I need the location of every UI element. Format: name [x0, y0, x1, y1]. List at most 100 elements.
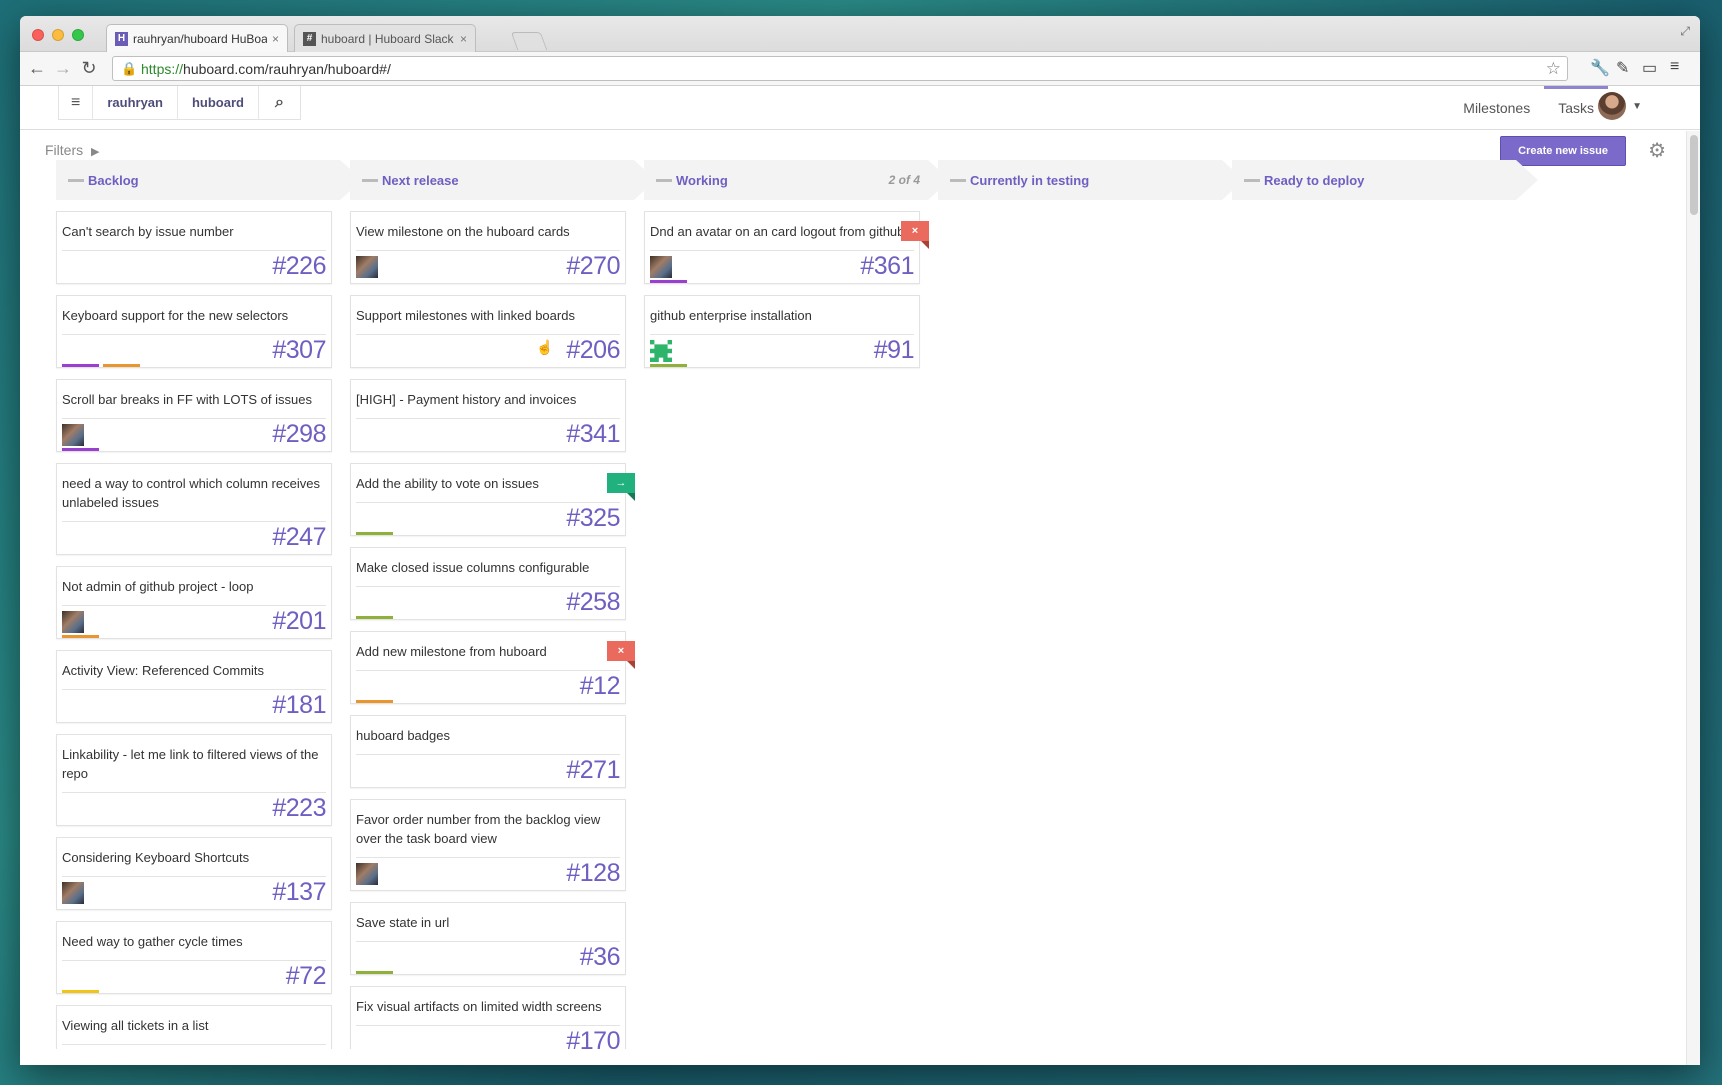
- minimize-window-button[interactable]: [52, 29, 64, 41]
- filters-toggle[interactable]: Filters ▶: [45, 142, 99, 158]
- issue-number[interactable]: #226: [272, 252, 326, 281]
- issue-card[interactable]: Not admin of github project - loop #201: [56, 566, 332, 639]
- issue-title[interactable]: Viewing all tickets in a list: [62, 1016, 326, 1035]
- issue-title[interactable]: Can't search by issue number: [62, 222, 326, 241]
- issue-card[interactable]: View milestone on the huboard cards #270: [350, 211, 626, 284]
- issue-number[interactable]: #361: [860, 252, 914, 281]
- issue-title[interactable]: Support milestones with linked boards: [356, 306, 620, 325]
- collapse-dash-icon[interactable]: [1244, 179, 1260, 182]
- issue-title[interactable]: Linkability - let me link to filtered vi…: [62, 745, 326, 783]
- back-icon[interactable]: ←: [26, 58, 48, 79]
- gear-icon[interactable]: ⚙: [1648, 138, 1666, 163]
- collapse-dash-icon[interactable]: [362, 179, 378, 182]
- browser-tab-slack[interactable]: # huboard | Huboard Slack ×: [294, 24, 476, 52]
- issue-number[interactable]: #137: [272, 878, 326, 907]
- issue-number[interactable]: #325: [566, 504, 620, 533]
- issue-number[interactable]: #307: [272, 336, 326, 365]
- issue-title[interactable]: View milestone on the huboard cards: [356, 222, 620, 241]
- issue-card[interactable]: Favor order number from the backlog view…: [350, 799, 626, 891]
- issue-number[interactable]: #146: [272, 1046, 326, 1049]
- assignee-avatar[interactable]: [356, 863, 378, 885]
- issue-title[interactable]: Need way to gather cycle times: [62, 932, 326, 951]
- issue-title[interactable]: Favor order number from the backlog view…: [356, 810, 620, 848]
- blocked-flag-icon[interactable]: ×: [607, 641, 635, 669]
- assignee-avatar[interactable]: [62, 611, 84, 633]
- bookmark-star-icon[interactable]: ☆: [1546, 59, 1561, 79]
- issue-card[interactable]: Save state in url #36: [350, 902, 626, 975]
- assignee-avatar[interactable]: [62, 882, 84, 904]
- cast-icon[interactable]: ▭: [1642, 58, 1657, 78]
- hamburger-menu-icon[interactable]: ≡: [59, 86, 94, 119]
- column-header[interactable]: Ready to deploy: [1232, 160, 1538, 200]
- issue-number[interactable]: #247: [272, 523, 326, 552]
- issue-number[interactable]: #36: [580, 943, 621, 972]
- issue-title[interactable]: Make closed issue columns configurable: [356, 558, 620, 577]
- fullscreen-icon[interactable]: ⤢: [1680, 24, 1690, 39]
- column-header[interactable]: Currently in testing: [938, 160, 1244, 200]
- column-header[interactable]: Working 2 of 4: [644, 160, 950, 200]
- new-tab-button[interactable]: [510, 32, 548, 50]
- forward-icon[interactable]: →: [52, 58, 74, 79]
- issue-card[interactable]: Need way to gather cycle times #72: [56, 921, 332, 994]
- wrench-icon[interactable]: 🔧: [1590, 58, 1610, 78]
- search-icon[interactable]: ⌕: [259, 86, 300, 119]
- issue-number[interactable]: #223: [272, 794, 326, 823]
- issue-card[interactable]: Can't search by issue number #226: [56, 211, 332, 284]
- close-window-button[interactable]: [32, 29, 44, 41]
- issue-number[interactable]: #298: [272, 420, 326, 449]
- issue-number[interactable]: #170: [566, 1027, 620, 1049]
- issue-number[interactable]: #128: [566, 859, 620, 888]
- assignee-avatar[interactable]: [62, 424, 84, 446]
- zoom-window-button[interactable]: [72, 29, 84, 41]
- issue-title[interactable]: github enterprise installation: [650, 306, 914, 325]
- issue-card[interactable]: Dnd an avatar on an card logout from git…: [644, 211, 929, 284]
- issue-card[interactable]: Linkability - let me link to filtered vi…: [56, 734, 332, 826]
- issue-card[interactable]: Add new milestone from huboard #12 ×: [350, 631, 635, 704]
- issue-number[interactable]: #258: [566, 588, 620, 617]
- issue-number[interactable]: #271: [566, 756, 620, 785]
- issue-title[interactable]: [HIGH] - Payment history and invoices: [356, 390, 620, 409]
- issue-card[interactable]: github enterprise installation #91: [644, 295, 920, 368]
- issue-number[interactable]: #72: [286, 962, 327, 991]
- issue-title[interactable]: Activity View: Referenced Commits: [62, 661, 326, 680]
- column-header[interactable]: Backlog: [56, 160, 362, 200]
- issue-title[interactable]: Fix visual artifacts on limited width sc…: [356, 997, 620, 1016]
- issue-card[interactable]: need a way to control which column recei…: [56, 463, 332, 555]
- issue-card[interactable]: huboard badges #271: [350, 715, 626, 788]
- issue-card[interactable]: Keyboard support for the new selectors #3…: [56, 295, 332, 368]
- breadcrumb-repo[interactable]: huboard: [178, 86, 259, 119]
- issue-card[interactable]: Viewing all tickets in a list #146: [56, 1005, 332, 1049]
- issue-title[interactable]: Not admin of github project - loop: [62, 577, 326, 596]
- issue-title[interactable]: Save state in url: [356, 913, 620, 932]
- column-header[interactable]: Next release: [350, 160, 656, 200]
- assignee-avatar[interactable]: [650, 340, 672, 362]
- issue-title[interactable]: Dnd an avatar on an card logout from git…: [650, 222, 914, 241]
- issue-number[interactable]: #270: [566, 252, 620, 281]
- collapse-dash-icon[interactable]: [656, 179, 672, 182]
- assignee-avatar[interactable]: [356, 256, 378, 278]
- issue-card[interactable]: Add the ability to vote on issues #325 →: [350, 463, 635, 536]
- assignee-avatar[interactable]: [650, 256, 672, 278]
- issue-title[interactable]: Scroll bar breaks in FF with LOTS of iss…: [62, 390, 326, 409]
- issue-card[interactable]: Fix visual artifacts on limited width sc…: [350, 986, 626, 1049]
- issue-title[interactable]: Add the ability to vote on issues: [356, 474, 620, 493]
- issue-number[interactable]: #91: [874, 336, 915, 365]
- scrollbar-thumb[interactable]: [1690, 135, 1698, 215]
- close-tab-icon[interactable]: ×: [272, 32, 279, 46]
- issue-number[interactable]: #341: [566, 420, 620, 449]
- user-menu[interactable]: ▼: [1598, 92, 1642, 120]
- reload-icon[interactable]: ↻: [78, 58, 100, 79]
- issue-card[interactable]: Scroll bar breaks in FF with LOTS of iss…: [56, 379, 332, 452]
- issue-card[interactable]: Make closed issue columns configurable #2…: [350, 547, 626, 620]
- issue-number[interactable]: #181: [272, 691, 326, 720]
- issue-card[interactable]: [HIGH] - Payment history and invoices #34…: [350, 379, 626, 452]
- extension-icon[interactable]: ✎: [1616, 58, 1629, 78]
- issue-title[interactable]: need a way to control which column recei…: [62, 474, 326, 512]
- issue-title[interactable]: Keyboard support for the new selectors: [62, 306, 326, 325]
- collapse-dash-icon[interactable]: [68, 179, 84, 182]
- browser-tab-huboard[interactable]: H rauhryan/huboard HuBoard ×: [106, 24, 288, 52]
- issue-number[interactable]: #206: [566, 336, 620, 365]
- close-tab-icon[interactable]: ×: [460, 32, 467, 46]
- nav-milestones[interactable]: Milestones: [1449, 86, 1544, 130]
- issue-title[interactable]: Considering Keyboard Shortcuts: [62, 848, 326, 867]
